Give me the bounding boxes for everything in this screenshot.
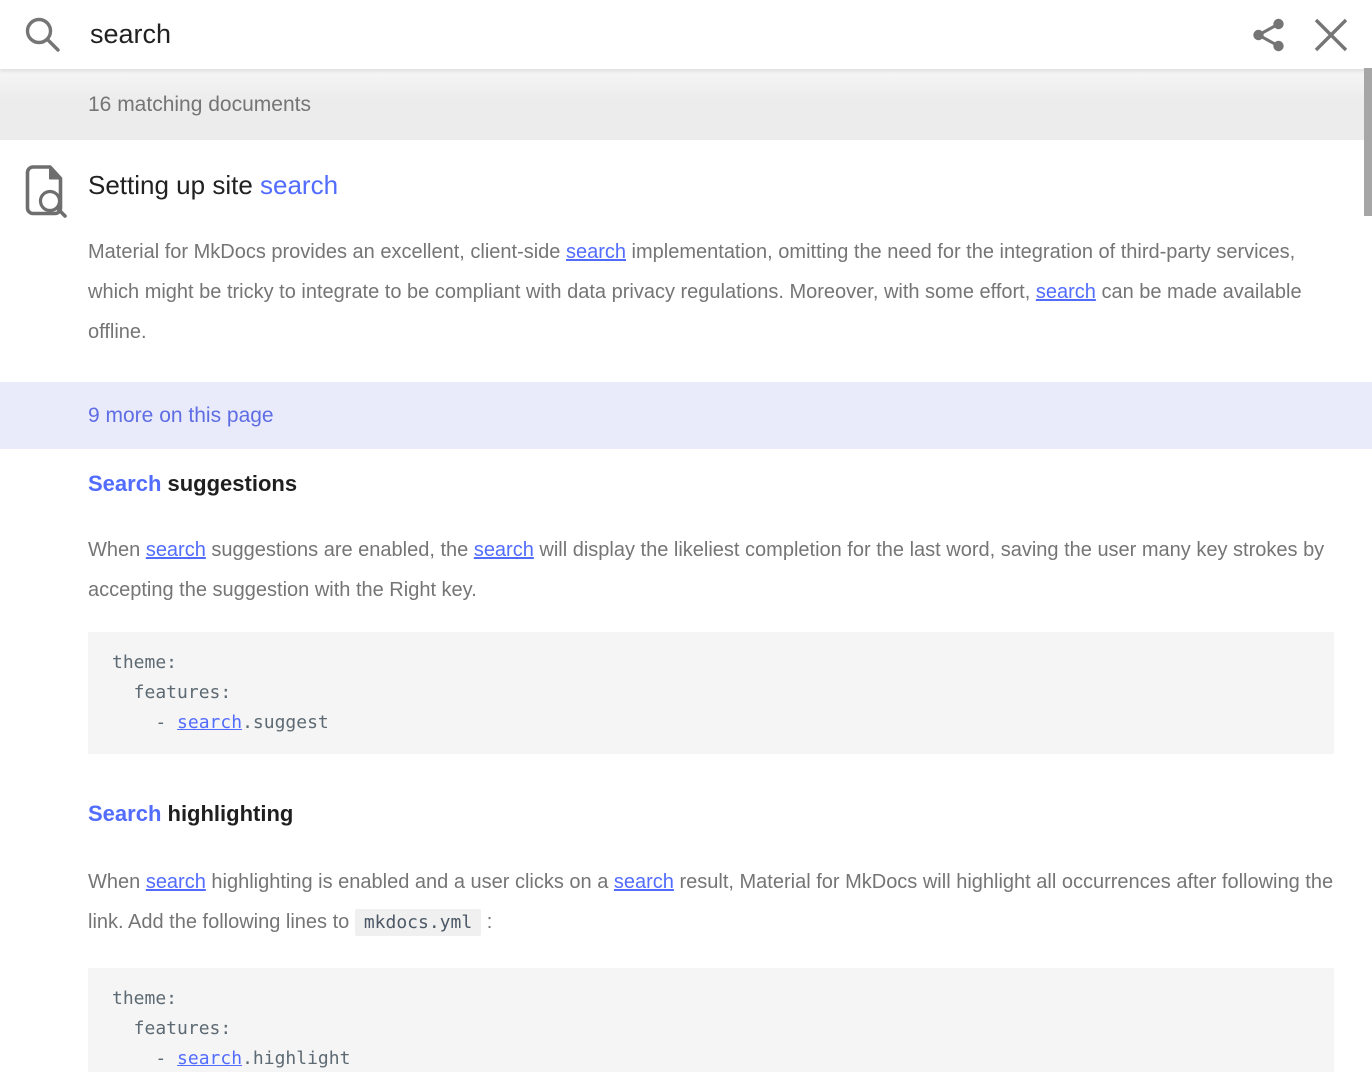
result-section-highlighting: Search highlighting When search highligh… bbox=[88, 799, 1334, 1072]
share-icon bbox=[1250, 16, 1288, 54]
section-body: When search suggestions are enabled, the… bbox=[88, 530, 1334, 610]
search-icon bbox=[22, 15, 62, 55]
search-results: Setting up site search Material for MkDo… bbox=[0, 140, 1372, 1072]
close-icon bbox=[1312, 16, 1350, 54]
result-count-bar: 16 matching documents bbox=[0, 69, 1372, 140]
search-result-item[interactable]: Setting up site search Material for MkDo… bbox=[0, 140, 1372, 1072]
section-body: When search highlighting is enabled and … bbox=[88, 862, 1334, 943]
share-button[interactable] bbox=[1250, 16, 1288, 54]
code-block-search-highlight: theme: features: - search.highlight bbox=[88, 968, 1334, 1072]
code-block-search-suggest: theme: features: - search.suggest bbox=[88, 632, 1334, 754]
result-section-suggestions: Search suggestions When search suggestio… bbox=[88, 469, 1334, 754]
scrollbar-thumb[interactable] bbox=[1364, 68, 1372, 216]
result-count-text: 16 matching documents bbox=[88, 93, 311, 117]
section-heading: Search suggestions bbox=[88, 469, 1334, 499]
search-bar bbox=[0, 0, 1372, 69]
result-title: Setting up site search bbox=[88, 140, 1334, 204]
close-button[interactable] bbox=[1312, 16, 1350, 54]
search-input[interactable] bbox=[90, 19, 1250, 50]
file-search-icon bbox=[22, 163, 68, 224]
result-teaser: Material for MkDocs provides an excellen… bbox=[88, 232, 1334, 352]
section-heading: Search highlighting bbox=[88, 799, 1334, 829]
more-on-this-page-button[interactable]: 9 more on this page bbox=[0, 382, 1372, 449]
search-overlay: 16 matching documents Setting up site se… bbox=[0, 0, 1372, 1072]
